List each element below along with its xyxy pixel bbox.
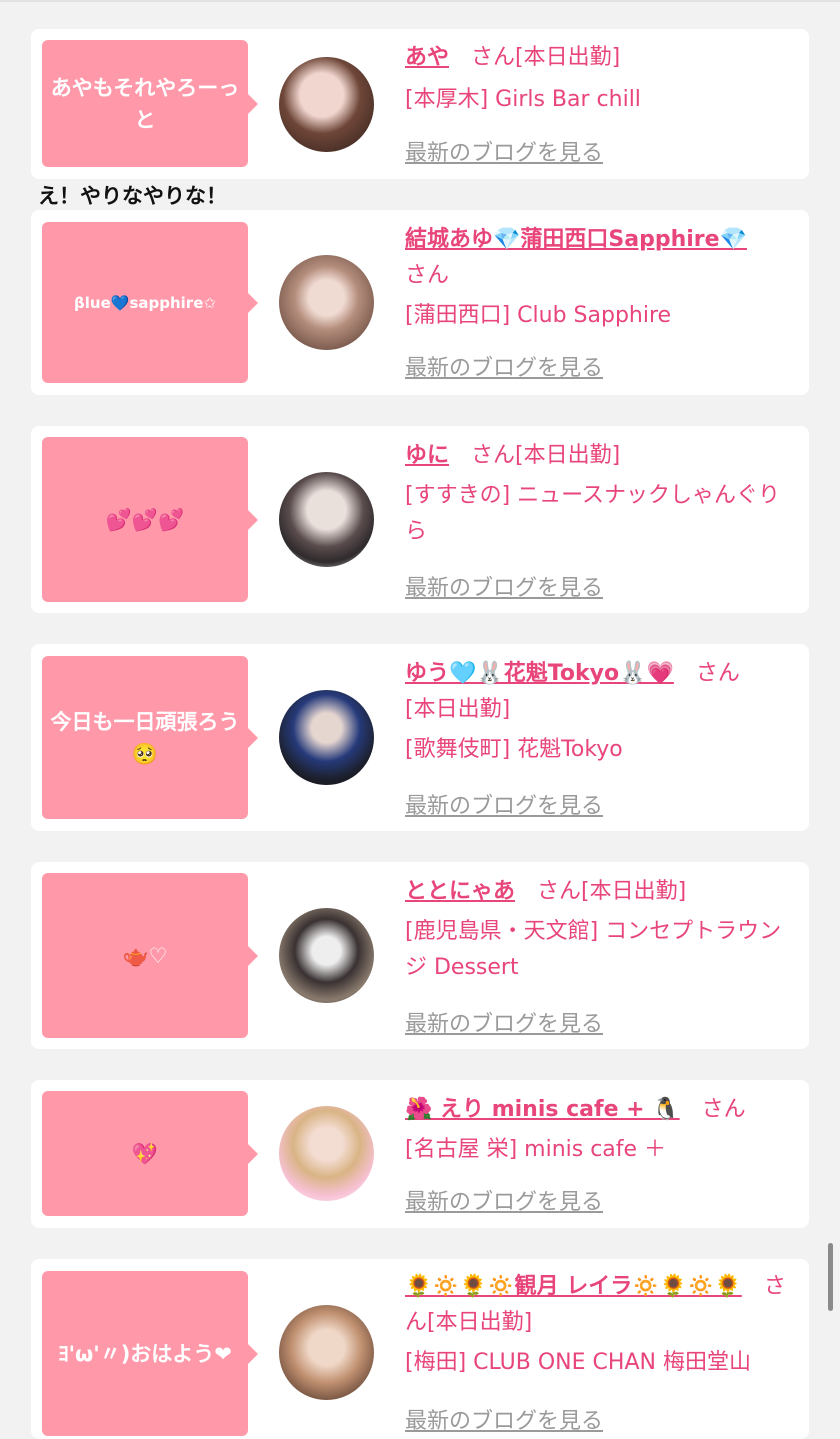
avatar[interactable]: [279, 57, 374, 152]
avatar[interactable]: [279, 690, 374, 785]
comment-bubble: βlue💙sapphire✩: [42, 222, 258, 383]
latest-blog-link[interactable]: 最新のブログを見る: [405, 1184, 603, 1216]
cast-card: 💕💕💕 ゆに さん[本日出勤] [すすきの] ニュースナックしゃんぐりら 最新のブ…: [31, 426, 809, 613]
comment-text: あやもそれやろーっと: [50, 75, 240, 132]
cast-card: ﾖ'ω'〃)おはよう❤ 🌻🔅🌻🔅観月 レイラ🔅🌻🔅🌻 さん[本日出勤] [梅田] …: [31, 1259, 809, 1439]
comment-text: 🫖♡: [122, 943, 168, 968]
honorific: さん: [471, 443, 516, 468]
cast-name-link[interactable]: 🌺 えり minis cafe + 🐧: [405, 1097, 680, 1122]
cast-card: βlue💙sapphire✩ 結城あゆ💎蒲田西口Sapphire💎 さん [蒲田…: [31, 210, 809, 395]
honorific: さん: [471, 45, 516, 70]
latest-blog-link[interactable]: 最新のブログを見る: [405, 1403, 603, 1435]
latest-blog-link[interactable]: 最新のブログを見る: [405, 350, 603, 382]
comment-text: βlue💙sapphire✩: [74, 293, 216, 312]
latest-blog-link[interactable]: 最新のブログを見る: [405, 135, 603, 167]
latest-blog-link[interactable]: 最新のブログを見る: [405, 788, 603, 820]
comment-text: 💖: [131, 1141, 159, 1166]
cast-card: 🫖♡ ととにゃあ さん[本日出勤] [鹿児島県・天文館] コンセプトラウンジ De…: [31, 862, 809, 1049]
attendance-status: [本日出勤]: [427, 1310, 533, 1335]
avatar[interactable]: [279, 1305, 374, 1400]
cast-card: 今日も一日頑張ろう🥺 ゆう🩵🐰花魁Tokyo🐰💗 さん [本日出勤] [歌舞伎町]…: [31, 644, 809, 831]
honorific: さん: [701, 1097, 746, 1122]
comment-text: 💕💕💕: [105, 507, 185, 532]
cast-name-link[interactable]: ゆに: [405, 443, 449, 468]
cast-card: あやもそれやろーっと あや さん[本日出勤] [本厚木] Girls Bar ch…: [31, 29, 809, 179]
avatar[interactable]: [279, 1106, 374, 1201]
comment-bubble: ﾖ'ω'〃)おはよう❤: [42, 1271, 258, 1436]
comment-bubble: 💕💕💕: [42, 437, 258, 602]
avatar[interactable]: [279, 472, 374, 567]
honorific: さん: [405, 263, 450, 288]
cast-name-link[interactable]: 🌻🔅🌻🔅観月 レイラ🔅🌻🔅🌻: [405, 1274, 742, 1299]
shop-info: [本厚木] Girls Bar chill: [405, 87, 641, 112]
honorific: さん: [695, 661, 740, 686]
shop-info: [名古屋 栄] minis cafe ＋: [405, 1137, 667, 1162]
cast-name-link[interactable]: 結城あゆ💎蒲田西口Sapphire💎: [405, 227, 747, 252]
cast-card: 💖 🌺 えり minis cafe + 🐧 さん [名古屋 栄] minis ca…: [31, 1080, 809, 1228]
comment-bubble: 🫖♡: [42, 873, 258, 1038]
comment-text-between: え！やりなやりな！: [38, 184, 227, 208]
cast-name-link[interactable]: ととにゃあ: [405, 879, 515, 904]
avatar[interactable]: [279, 908, 374, 1003]
attendance-status: [本日出勤]: [581, 879, 687, 904]
cast-name-link[interactable]: ゆう🩵🐰花魁Tokyo🐰💗: [405, 661, 674, 686]
shop-info: [蒲田西口] Club Sapphire: [405, 303, 672, 328]
attendance-status: [本日出勤]: [515, 443, 621, 468]
shop-info: [すすきの] ニュースナックしゃんぐりら: [405, 483, 781, 544]
shop-info: [歌舞伎町] 花魁Tokyo: [405, 737, 623, 762]
comment-text: ﾖ'ω'〃)おはよう❤: [58, 1341, 232, 1366]
scrollbar[interactable]: [828, 1243, 833, 1311]
attendance-status: [本日出勤]: [405, 697, 511, 722]
attendance-status: [本日出勤]: [515, 45, 621, 70]
honorific: さん: [537, 879, 582, 904]
comment-bubble: あやもそれやろーっと: [42, 40, 258, 167]
comment-text: 今日も一日頑張ろう🥺: [50, 709, 240, 766]
comment-bubble: 今日も一日頑張ろう🥺: [42, 656, 258, 819]
shop-info: [鹿児島県・天文館] コンセプトラウンジ Dessert: [405, 919, 782, 980]
latest-blog-link[interactable]: 最新のブログを見る: [405, 570, 603, 602]
comment-bubble: 💖: [42, 1091, 258, 1216]
cast-name-link[interactable]: あや: [405, 45, 449, 70]
avatar[interactable]: [279, 255, 374, 350]
top-divider: [0, 0, 840, 2]
latest-blog-link[interactable]: 最新のブログを見る: [405, 1006, 603, 1038]
shop-info: [梅田] CLUB ONE CHAN 梅田堂山: [405, 1350, 751, 1375]
